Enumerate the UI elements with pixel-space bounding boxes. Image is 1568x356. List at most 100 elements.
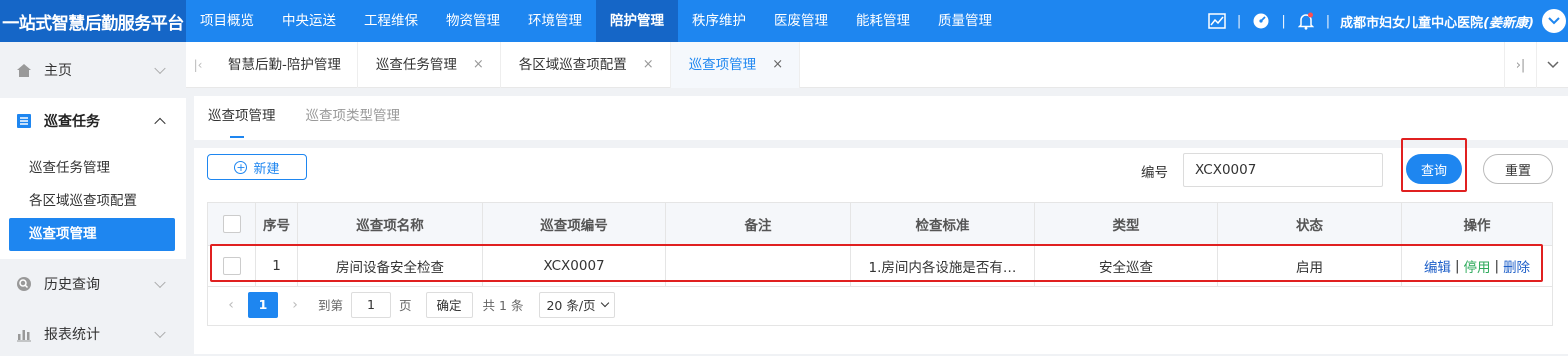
row-item-name: 房间设备安全检查 [298,246,483,286]
column-header: 状态 [1218,203,1402,245]
query-button[interactable]: 查询 [1406,154,1462,184]
tab-task-management[interactable]: 巡查任务管理 × [358,41,501,88]
disable-link[interactable]: 停用 [1464,256,1491,276]
close-icon[interactable]: × [643,42,654,88]
tab-item-management[interactable]: 巡查项管理 × [670,41,801,88]
goto-page-input[interactable] [351,291,392,318]
nav-item-energy[interactable]: 能耗管理 [842,0,924,42]
sidebar-item-label: 巡查任务 [44,114,100,130]
tabs-scroll-left-icon[interactable]: |‹ [186,42,210,88]
sidebar-item-inspection-task[interactable]: 巡查任务 [0,98,186,144]
pagination: ‹ 1 › 到第 页 确定 共 1 条 20 条/页 [207,284,1553,326]
sidebar-item-home[interactable]: 主页 [0,42,186,98]
nav-item-maintenance[interactable]: 工程维保 [350,0,432,42]
user-menu-chevron-icon[interactable] [1542,9,1566,33]
row-checkbox[interactable] [222,257,241,275]
tab-area-config[interactable]: 各区域巡查项配置 × [501,41,671,88]
close-icon[interactable]: × [772,42,783,88]
tabs-scroll-right-icon[interactable]: ›| [1504,42,1536,88]
page-size-value: 20 条/页 [546,298,596,313]
nav-item-materials[interactable]: 物资管理 [432,0,514,42]
nav-item-quality[interactable]: 质量管理 [924,0,1006,42]
history-search-icon [16,276,32,292]
reset-button[interactable]: 重置 [1483,154,1553,184]
subtab-item-management[interactable]: 巡查项管理 [208,96,276,140]
top-right-area: | | | 成都市妇女儿童中心医院(姜新康) [1203,0,1568,42]
user-name: (姜新康) [1483,15,1534,31]
select-all-cell [208,203,256,245]
page-number-current[interactable]: 1 [248,291,278,318]
row-item-code: XCX0007 [483,246,666,286]
sidebar-item-reports[interactable]: 报表统计 [0,309,186,356]
main-nav: 项目概览 中央运送 工程维保 物资管理 环境管理 陪护管理 秩序维护 医废管理 … [186,0,1006,42]
code-filter-label: 编号 [1141,165,1168,181]
top-bar: 一站式智慧后勤服务平台 项目概览 中央运送 工程维保 物资管理 环境管理 陪护管… [0,0,1568,42]
table-header-row: 序号 巡查项名称 巡查项编号 备注 检查标准 类型 状态 操作 [208,203,1552,246]
sidebar-item-label: 历史查询 [44,277,100,293]
divider [194,140,1568,148]
goto-prefix: 到第 [318,298,344,313]
column-header: 巡查项名称 [298,203,483,245]
chevron-down-icon [600,298,609,307]
nav-item-environment[interactable]: 环境管理 [514,0,596,42]
delete-link[interactable]: 删除 [1503,256,1530,276]
chevron-down-icon [154,62,166,75]
next-page-icon[interactable]: › [288,292,302,318]
action-separator: | [1454,258,1460,274]
nav-item-escort[interactable]: 陪护管理 [596,0,678,42]
goto-confirm-button[interactable]: 确定 [425,291,473,318]
bell-icon[interactable] [1296,11,1316,31]
select-all-checkbox[interactable] [222,215,241,233]
column-header: 巡查项编号 [483,203,666,245]
chevron-down-icon [154,326,166,339]
nav-item-transport[interactable]: 中央运送 [268,0,350,42]
tab-bar: |‹ 智慧后勤-陪护管理 巡查任务管理 × 各区域巡查项配置 × 巡查项管理 ×… [186,41,1568,88]
tabs-menu-chevron-icon[interactable] [1536,42,1568,88]
column-header: 类型 [1035,203,1218,245]
chart-icon[interactable] [1207,11,1227,31]
tab-label: 巡查任务管理 [375,56,457,73]
sidebar-item-label: 报表统计 [44,327,100,343]
chevron-down-icon [154,276,166,289]
plus-circle-icon: + [234,160,248,174]
code-filter-input[interactable] [1183,153,1383,187]
row-actions: 编辑 | 停用 | 删除 [1402,246,1552,286]
nav-item-order[interactable]: 秩序维护 [678,0,760,42]
tabs-right-controls: ›| [1504,42,1568,88]
column-header: 操作 [1402,203,1552,245]
row-status: 启用 [1218,246,1402,286]
subtab-item-type-management[interactable]: 巡查项类型管理 [306,96,401,140]
separator: | [1236,13,1242,29]
separator: | [1281,13,1286,29]
sub-tabs: 巡查项管理 巡查项类型管理 [208,96,430,140]
sidebar-item-history[interactable]: 历史查询 [0,259,186,309]
sidebar-subitem-item-management[interactable]: 巡查项管理 [9,218,175,251]
edit-link[interactable]: 编辑 [1424,256,1451,276]
nav-item-medical-waste[interactable]: 医废管理 [760,0,842,42]
tab-label: 智慧后勤-陪护管理 [228,56,341,73]
row-index: 1 [256,246,298,286]
dashboard-icon[interactable] [1251,11,1271,31]
new-button[interactable]: + 新建 [207,154,307,180]
sidebar-subitem-task-management[interactable]: 巡查任务管理 [0,152,186,185]
chevron-up-icon [154,117,166,130]
new-button-label: 新建 [253,161,280,177]
tab-escort-management[interactable]: 智慧后勤-陪护管理 [210,41,358,88]
nav-item-overview[interactable]: 项目概览 [186,0,268,42]
column-header: 检查标准 [851,203,1035,245]
row-select-cell [208,246,256,286]
close-icon[interactable]: × [473,42,484,88]
column-header: 备注 [666,203,851,245]
bar-chart-icon [16,326,32,342]
page-size-select[interactable]: 20 条/页 [539,291,615,318]
goto-suffix: 页 [399,298,412,313]
prev-page-icon[interactable]: ‹ [224,292,238,318]
inspection-items-table: 序号 巡查项名称 巡查项编号 备注 检查标准 类型 状态 操作 1 房间设备安全… [207,202,1553,287]
total-count: 共 1 条 [482,298,524,313]
row-type: 安全巡查 [1035,246,1218,286]
tab-label: 巡查项管理 [688,56,757,73]
hospital-name: 成都市妇女儿童中心医院(姜新康) [1340,15,1534,31]
action-separator: | [1494,258,1500,274]
table-row: 1 房间设备安全检查 XCX0007 1.房间内各设施是否有… 安全巡查 启用 … [208,246,1552,286]
sidebar-subitem-area-config[interactable]: 各区域巡查项配置 [0,185,186,218]
